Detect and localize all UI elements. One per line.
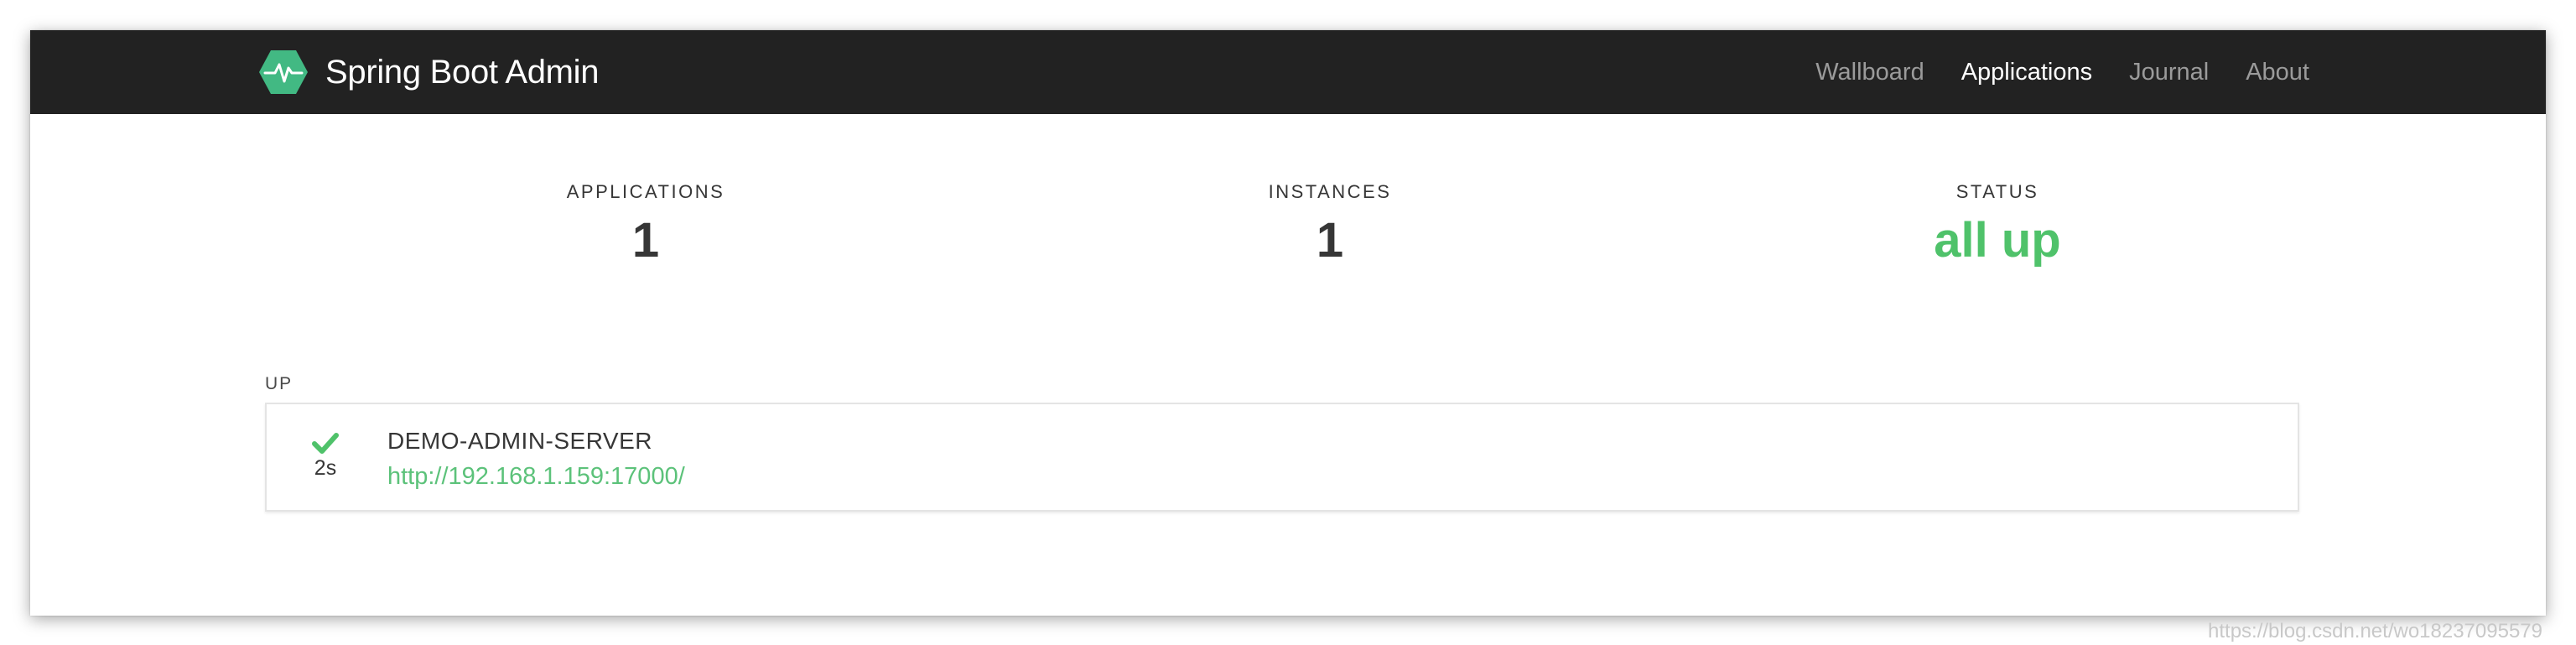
nav-menu: Wallboard Applications Journal About xyxy=(1779,30,2309,114)
application-card[interactable]: 2s DEMO-ADMIN-SERVER http://192.168.1.15… xyxy=(265,403,2299,512)
stat-instances: INSTANCES 1 xyxy=(1162,181,1498,268)
screenshot-stage: Spring Boot Admin Wallboard Applications… xyxy=(0,0,2576,645)
stat-applications: APPLICATIONS 1 xyxy=(478,181,813,268)
heartbeat-hexagon-icon xyxy=(259,50,308,94)
nav-about[interactable]: About xyxy=(2246,59,2309,86)
application-status: 2s xyxy=(300,431,351,481)
stat-status: STATUS all up xyxy=(1830,181,2165,268)
brand-title: Spring Boot Admin xyxy=(325,53,600,91)
stat-applications-value: 1 xyxy=(631,213,660,268)
stat-applications-label: APPLICATIONS xyxy=(566,181,725,202)
nav-applications[interactable]: Applications xyxy=(1961,59,2092,86)
stat-instances-value: 1 xyxy=(1316,213,1344,268)
application-url-link[interactable]: http://192.168.1.159:17000/ xyxy=(387,463,685,491)
check-icon xyxy=(312,433,339,454)
summary-stats: APPLICATIONS 1 INSTANCES 1 STATUS all up xyxy=(30,181,2546,299)
brand[interactable]: Spring Boot Admin xyxy=(258,49,600,96)
application-name: DEMO-ADMIN-SERVER xyxy=(387,428,653,454)
group-label-up: UP xyxy=(265,374,293,393)
top-navbar: Spring Boot Admin Wallboard Applications… xyxy=(30,30,2546,114)
application-info: DEMO-ADMIN-SERVER http://192.168.1.159:1… xyxy=(387,428,685,491)
application-uptime: 2s xyxy=(314,456,337,480)
browser-window: Spring Boot Admin Wallboard Applications… xyxy=(30,30,2546,616)
watermark: https://blog.csdn.net/wo18237095579 xyxy=(2208,620,2542,642)
stat-status-value: all up xyxy=(1934,213,2061,268)
stat-status-label: STATUS xyxy=(1955,181,2039,202)
stat-instances-label: INSTANCES xyxy=(1268,181,1392,202)
nav-journal[interactable]: Journal xyxy=(2129,59,2209,86)
nav-wallboard[interactable]: Wallboard xyxy=(1815,59,1924,86)
